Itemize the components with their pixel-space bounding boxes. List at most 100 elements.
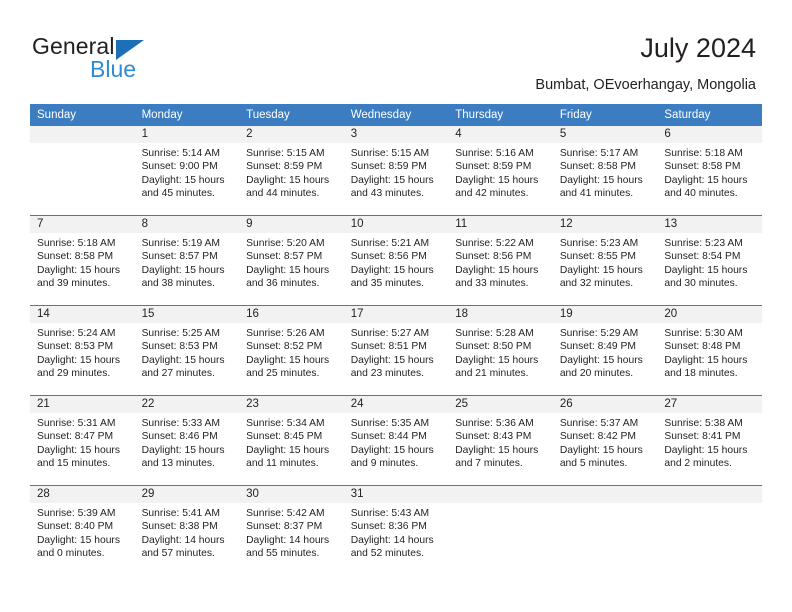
day-cell[interactable]: 14 Sunrise: 5:24 AM Sunset: 8:53 PM Dayligh… [30,306,135,395]
daylight-text: and 11 minutes. [246,458,319,470]
sunset-text: Sunset: 8:55 PM [559,251,636,263]
day-cell[interactable]: 19 Sunrise: 5:29 AM Sunset: 8:49 PM Dayligh… [552,306,658,395]
day-cell[interactable]: 22 Sunrise: 5:33 AM Sunset: 8:46 PM Dayligh… [134,396,240,485]
sunset-text: Sunset: 8:47 PM [37,431,114,443]
day-cell[interactable]: 18 Sunrise: 5:28 AM Sunset: 8:50 PM Dayligh… [448,306,553,395]
calendar-week-row: 1 Sunrise: 5:14 AM Sunset: 9:00 PM Daylight… [30,126,762,216]
sunset-text: Sunset: 8:57 PM [246,251,323,263]
day-cell[interactable]: 17 Sunrise: 5:27 AM Sunset: 8:51 PM Dayligh… [343,306,449,395]
sunset-text: Sunset: 8:49 PM [559,341,636,353]
day-cell[interactable]: 4 Sunrise: 5:16 AM Sunset: 8:59 PM Daylight… [448,126,553,215]
daylight-text: and 57 minutes. [141,548,215,560]
day-cell[interactable]: 21 Sunrise: 5:31 AM Sunset: 8:47 PM Dayligh… [30,396,135,485]
day-cell[interactable]: 9 Sunrise: 5:20 AM Sunset: 8:57 PM Daylight… [239,216,344,305]
calendar-cell: 11 Sunrise: 5:22 AM Sunset: 8:56 PM Dayligh… [448,215,553,306]
daylight-text: and 33 minutes. [455,278,529,290]
day-cell[interactable]: 10 Sunrise: 5:21 AM Sunset: 8:56 PM Dayligh… [343,216,449,305]
sunset-text: Sunset: 8:51 PM [350,341,427,353]
day-details: Sunrise: 5:43 AM Sunset: 8:36 PM Daylight:… [344,503,449,561]
day-number: 10 [343,216,449,233]
calendar-cell: 21 Sunrise: 5:31 AM Sunset: 8:47 PM Dayligh… [30,395,135,486]
daylight-text: Daylight: 15 hours [246,264,330,276]
daylight-text: and 9 minutes. [350,458,419,470]
sunrise-text: Sunrise: 5:38 AM [664,418,743,429]
calendar-cell: 29 Sunrise: 5:41 AM Sunset: 8:38 PM Dayligh… [134,485,240,575]
day-cell[interactable]: 25 Sunrise: 5:36 AM Sunset: 8:43 PM Dayligh… [448,396,553,485]
sunrise-text: Sunrise: 5:41 AM [141,508,220,519]
weekday-header-thursday: Thursday [448,104,553,126]
weekday-header-sunday: Sunday [30,104,135,126]
day-cell[interactable]: 2 Sunrise: 5:15 AM Sunset: 8:59 PM Daylight… [239,126,344,215]
daylight-text: and 38 minutes. [141,278,215,290]
day-number: 2 [239,126,344,143]
day-details: Sunrise: 5:38 AM Sunset: 8:41 PM Daylight:… [657,413,762,471]
day-cell[interactable]: 31 Sunrise: 5:43 AM Sunset: 8:36 PM Dayligh… [343,486,449,575]
sunset-text: Sunset: 8:59 PM [246,161,323,173]
sunset-text: Sunset: 8:58 PM [37,251,114,263]
sunrise-text: Sunrise: 5:20 AM [246,238,325,249]
day-cell[interactable]: 5 Sunrise: 5:17 AM Sunset: 8:58 PM Daylight… [552,126,658,215]
day-cell[interactable]: 6 Sunrise: 5:18 AM Sunset: 8:58 PM Daylight… [657,126,762,215]
day-cell[interactable]: 27 Sunrise: 5:38 AM Sunset: 8:41 PM Dayligh… [657,396,762,485]
page-header: General Blue July 2024 Bumbat, OEvoerhan… [0,0,792,100]
day-cell[interactable]: 8 Sunrise: 5:19 AM Sunset: 8:57 PM Daylight… [134,216,240,305]
sunrise-text: Sunrise: 5:23 AM [664,238,743,249]
day-details: Sunrise: 5:17 AM Sunset: 8:58 PM Daylight:… [553,143,658,201]
daylight-text: Daylight: 15 hours [246,444,330,456]
day-cell[interactable]: 11 Sunrise: 5:22 AM Sunset: 8:56 PM Dayligh… [448,216,553,305]
day-cell[interactable]: 28 Sunrise: 5:39 AM Sunset: 8:40 PM Dayligh… [30,486,135,575]
day-cell[interactable]: 30 Sunrise: 5:42 AM Sunset: 8:37 PM Dayligh… [239,486,344,575]
day-number: 23 [239,396,344,413]
sunrise-text: Sunrise: 5:23 AM [559,238,639,249]
daylight-text: and 35 minutes. [350,278,424,290]
sunset-text: Sunset: 8:38 PM [141,521,218,533]
daylight-text: and 43 minutes. [350,188,424,200]
day-cell[interactable]: 23 Sunrise: 5:34 AM Sunset: 8:45 PM Dayligh… [239,396,344,485]
daylight-text: Daylight: 15 hours [141,174,225,186]
day-cell[interactable]: 15 Sunrise: 5:25 AM Sunset: 8:53 PM Dayligh… [134,306,240,395]
sunrise-text: Sunrise: 5:18 AM [37,238,116,249]
daylight-text: and 21 minutes. [455,368,529,380]
calendar-body: 1 Sunrise: 5:14 AM Sunset: 9:00 PM Daylight… [30,126,762,575]
day-cell[interactable]: 24 Sunrise: 5:35 AM Sunset: 8:44 PM Dayligh… [343,396,449,485]
daylight-text: Daylight: 15 hours [350,264,434,276]
daylight-text: Daylight: 15 hours [664,174,748,186]
day-cell[interactable]: 3 Sunrise: 5:15 AM Sunset: 8:59 PM Daylight… [343,126,449,215]
day-cell[interactable]: 1 Sunrise: 5:14 AM Sunset: 9:00 PM Daylight… [134,126,240,215]
day-number: 31 [343,486,449,503]
day-cell[interactable]: 29 Sunrise: 5:41 AM Sunset: 8:38 PM Dayligh… [134,486,240,575]
day-details: Sunrise: 5:39 AM Sunset: 8:40 PM Daylight:… [30,503,135,561]
day-number: 22 [134,396,240,413]
weekday-header-friday: Friday [552,104,658,126]
calendar-cell: 2 Sunrise: 5:15 AM Sunset: 8:59 PM Daylight… [239,126,344,216]
day-number: 13 [657,216,762,233]
day-cell[interactable]: 16 Sunrise: 5:26 AM Sunset: 8:52 PM Dayligh… [239,306,344,395]
daylight-text: and 5 minutes. [559,458,628,470]
general-blue-logo[interactable]: General Blue [32,33,212,85]
day-number: 6 [657,126,762,143]
sunrise-text: Sunrise: 5:27 AM [350,328,430,339]
day-cell[interactable]: 26 Sunrise: 5:37 AM Sunset: 8:42 PM Dayligh… [552,396,658,485]
daylight-text: and 55 minutes. [246,548,320,560]
day-cell[interactable]: 7 Sunrise: 5:18 AM Sunset: 8:58 PM Daylight… [30,216,135,305]
day-cell-empty [552,486,658,575]
day-number: 5 [552,126,658,143]
day-cell[interactable]: 13 Sunrise: 5:23 AM Sunset: 8:54 PM Dayligh… [657,216,762,305]
day-number: 29 [134,486,240,503]
day-details: Sunrise: 5:36 AM Sunset: 8:43 PM Daylight:… [448,413,553,471]
day-cell[interactable]: 20 Sunrise: 5:30 AM Sunset: 8:48 PM Dayligh… [657,306,762,395]
calendar-cell [552,485,658,575]
day-details: Sunrise: 5:20 AM Sunset: 8:57 PM Daylight:… [239,233,344,291]
sunrise-text: Sunrise: 5:24 AM [37,328,116,339]
daylight-text: and 44 minutes. [246,188,320,200]
daylight-text: and 40 minutes. [664,188,738,200]
calendar-cell: 31 Sunrise: 5:43 AM Sunset: 8:36 PM Dayligh… [343,485,449,575]
day-cell[interactable]: 12 Sunrise: 5:23 AM Sunset: 8:55 PM Dayligh… [552,216,658,305]
day-details: Sunrise: 5:16 AM Sunset: 8:59 PM Daylight:… [448,143,553,201]
day-number: 9 [239,216,344,233]
day-number: 30 [239,486,344,503]
day-details: Sunrise: 5:31 AM Sunset: 8:47 PM Daylight:… [30,413,135,471]
daylight-text: and 25 minutes. [246,368,320,380]
daylight-text: Daylight: 15 hours [350,354,434,366]
daylight-text: and 7 minutes. [455,458,523,470]
